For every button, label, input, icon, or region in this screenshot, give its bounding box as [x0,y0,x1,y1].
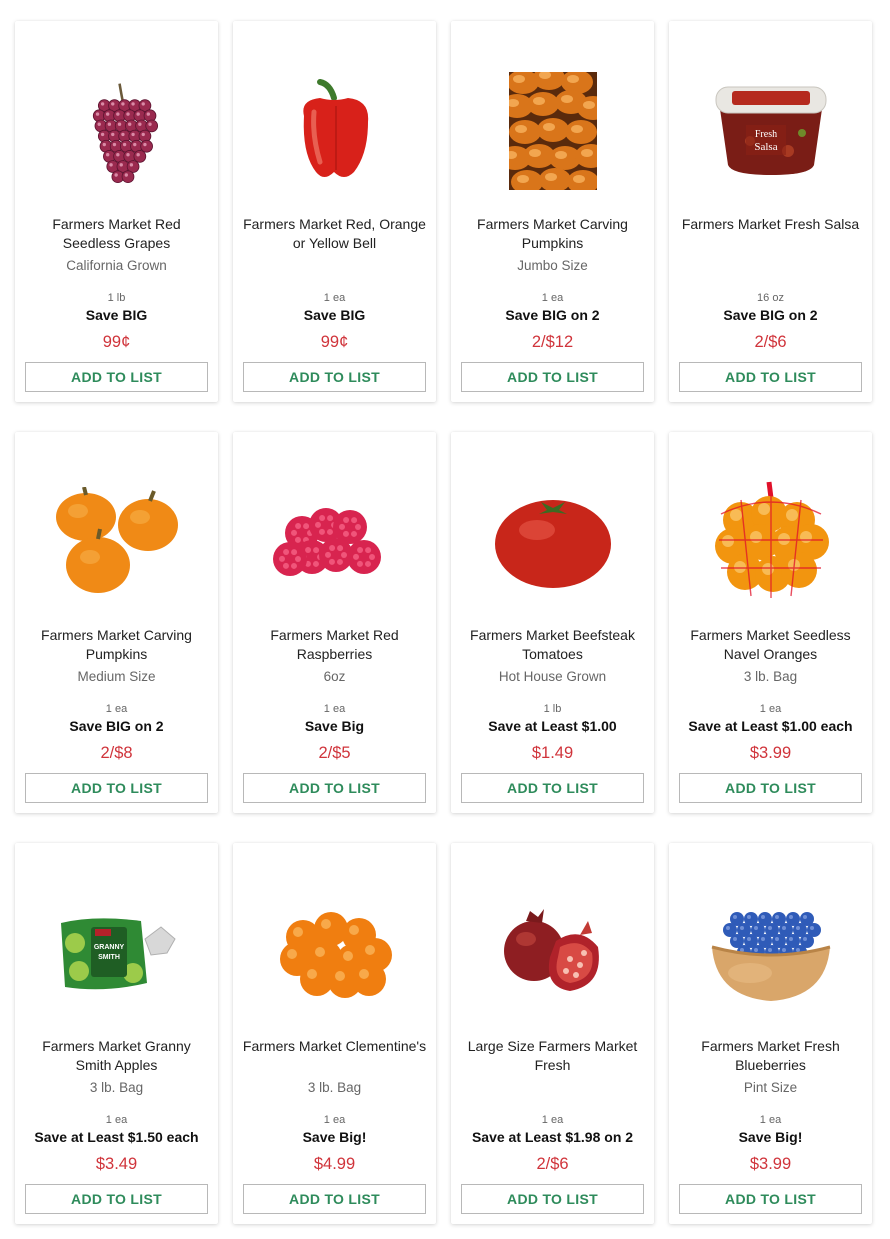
product-card-5: Farmers Market Carving Pumpkins Medium S… [15,432,218,813]
add-to-list-button[interactable]: ADD TO LIST [461,1184,644,1214]
product-size: Hot House Grown [498,669,607,684]
bell-pepper-image[interactable] [233,61,436,201]
product-card-11: Large Size Farmers Market Fresh 1 ea Sav… [451,843,654,1224]
salsa-tub-image[interactable]: Fresh Salsa [669,61,872,201]
product-card-8: Farmers Market Seedless Navel Oranges 3 … [669,432,872,813]
product-card-3: Farmers Market Carving Pumpkins Jumbo Si… [451,21,654,402]
product-deal: Save at Least $1.50 each [34,1129,199,1145]
product-name[interactable]: Farmers Market Red Raspberries [241,626,428,664]
product-unit: 1 ea [323,292,346,304]
product-card-9: GRANNY SMITH Farmers Market Granny Smith… [15,843,218,1224]
add-to-list-button[interactable]: ADD TO LIST [243,362,426,392]
product-name[interactable]: Farmers Market Seedless Navel Oranges [677,626,864,664]
product-deal: Save Big! [302,1129,367,1145]
add-to-list-button[interactable]: ADD TO LIST [243,773,426,803]
product-card-1: Farmers Market Red Seedless Grapes Calif… [15,21,218,402]
product-name[interactable]: Farmers Market Red Seedless Grapes [23,215,210,253]
svg-text:GRANNY: GRANNY [93,944,124,951]
product-unit: 1 ea [541,1114,564,1126]
product-card-10: Farmers Market Clementine's 3 lb. Bag 1 … [233,843,436,1224]
add-to-list-button[interactable]: ADD TO LIST [679,773,862,803]
clementines-image[interactable] [233,883,436,1023]
product-deal: Save BIG on 2 [723,307,818,323]
product-price: 99¢ [320,333,349,351]
product-card-12: Farmers Market Fresh Blueberries Pint Si… [669,843,872,1224]
product-size: 3 lb. Bag [89,1080,144,1095]
product-grid: Farmers Market Red Seedless Grapes Calif… [0,0,890,1239]
product-unit: 16 oz [757,292,784,304]
product-price: $3.99 [749,744,792,762]
product-price: $1.49 [531,744,574,762]
apple-bag-image[interactable]: GRANNY SMITH [15,883,218,1023]
add-to-list-button[interactable]: ADD TO LIST [243,1184,426,1214]
pumpkins-image[interactable] [15,472,218,612]
product-name[interactable]: Large Size Farmers Market Fresh [459,1037,646,1075]
product-name[interactable]: Farmers Market Beefsteak Tomatoes [459,626,646,664]
product-name[interactable]: Farmers Market Fresh Blueberries [677,1037,864,1075]
svg-text:SMITH: SMITH [98,954,120,961]
product-unit: 1 ea [759,703,782,715]
add-to-list-button[interactable]: ADD TO LIST [679,1184,862,1214]
product-card-4: Fresh Salsa Farmers Market Fresh Salsa 1… [669,21,872,402]
product-price: $3.49 [95,1155,138,1173]
product-unit: 1 ea [105,1114,128,1126]
product-deal: Save BIG on 2 [69,718,164,734]
pumpkin-pile-image[interactable] [451,61,654,201]
product-price: 2/$6 [754,333,787,351]
add-to-list-button[interactable]: ADD TO LIST [461,773,644,803]
product-price: 2/$5 [318,744,351,762]
product-price: 2/$12 [531,333,574,351]
raspberries-image[interactable] [233,472,436,612]
product-deal: Save BIG [85,307,148,323]
orange-bag-image[interactable] [669,472,872,612]
product-unit: 1 ea [323,703,346,715]
product-name[interactable]: Farmers Market Fresh Salsa [677,215,864,234]
product-size: 6oz [323,669,346,684]
product-size: Pint Size [743,1080,798,1095]
add-to-list-button[interactable]: ADD TO LIST [25,362,208,392]
product-name[interactable]: Farmers Market Granny Smith Apples [23,1037,210,1075]
product-size: Jumbo Size [517,258,588,273]
product-deal: Save BIG on 2 [505,307,600,323]
product-unit: 1 lb [543,703,562,715]
product-deal: Save at Least $1.00 each [688,718,853,734]
tomato-image[interactable] [451,472,654,612]
product-unit: 1 lb [107,292,126,304]
product-name[interactable]: Farmers Market Carving Pumpkins [23,626,210,664]
svg-text:Fresh: Fresh [754,129,776,140]
product-deal: Save at Least $1.00 [488,718,617,734]
product-card-2: Farmers Market Red, Orange or Yellow Bel… [233,21,436,402]
product-deal: Save at Least $1.98 on 2 [471,1129,634,1145]
product-unit: 1 ea [323,1114,346,1126]
pomegranate-image[interactable] [451,883,654,1023]
add-to-list-button[interactable]: ADD TO LIST [679,362,862,392]
product-deal: Save Big! [738,1129,803,1145]
product-size: 3 lb. Bag [307,1080,362,1095]
product-deal: Save Big [304,718,365,734]
product-size: Medium Size [77,669,156,684]
product-price: 2/$8 [100,744,133,762]
product-price: 2/$6 [536,1155,569,1173]
svg-text:Salsa: Salsa [754,141,777,153]
product-deal: Save BIG [303,307,366,323]
product-size: 3 lb. Bag [743,669,798,684]
product-name[interactable]: Farmers Market Carving Pumpkins [459,215,646,253]
add-to-list-button[interactable]: ADD TO LIST [25,773,208,803]
product-unit: 1 ea [105,703,128,715]
add-to-list-button[interactable]: ADD TO LIST [461,362,644,392]
product-price: $3.99 [749,1155,792,1173]
product-card-6: Farmers Market Red Raspberries 6oz 1 ea … [233,432,436,813]
product-unit: 1 ea [541,292,564,304]
grapes-image[interactable] [15,61,218,201]
product-name[interactable]: Farmers Market Clementine's [241,1037,428,1056]
product-price: 99¢ [102,333,131,351]
product-card-7: Farmers Market Beefsteak Tomatoes Hot Ho… [451,432,654,813]
product-size: California Grown [66,258,167,273]
add-to-list-button[interactable]: ADD TO LIST [25,1184,208,1214]
blueberries-image[interactable] [669,883,872,1023]
product-unit: 1 ea [759,1114,782,1126]
product-price: $4.99 [313,1155,356,1173]
product-name[interactable]: Farmers Market Red, Orange or Yellow Bel… [241,215,428,253]
